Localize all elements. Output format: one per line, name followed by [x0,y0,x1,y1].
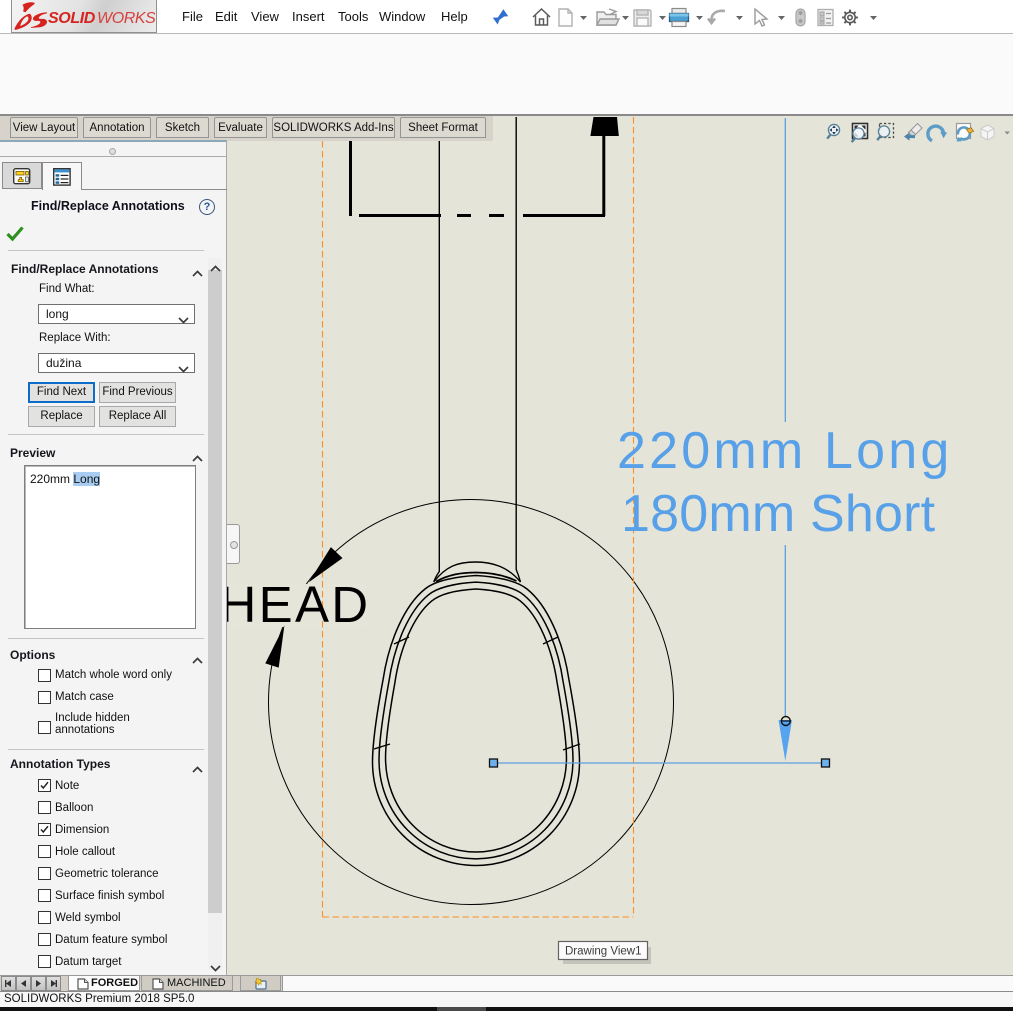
svg-text:Drawing View1: Drawing View1 [565,946,642,958]
svg-text:WORKS: WORKS [97,10,155,27]
svg-text:SOLID: SOLID [48,10,96,27]
svg-text:220mm Long: 220mm Long [617,422,953,480]
svg-text:HEAD: HEAD [227,576,370,633]
svg-text:180mm Short: 180mm Short [621,485,936,543]
